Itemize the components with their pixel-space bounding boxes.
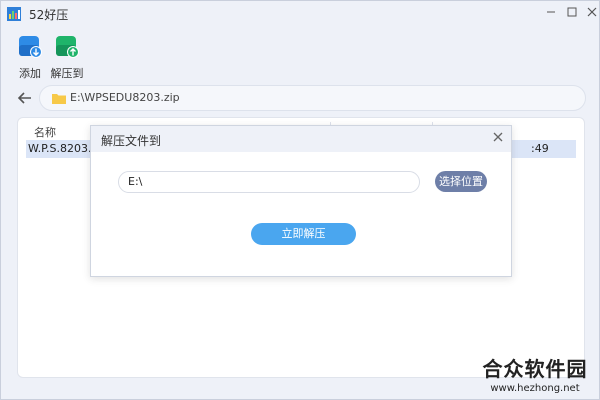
dialog-title: 解压文件到 [101,134,162,148]
destination-input[interactable]: E:\ [118,171,420,193]
close-icon [587,7,597,17]
extract-now-button[interactable]: 立即解压 [251,223,356,245]
extract-to-label: 解压到 [50,67,84,80]
add-archive-icon [19,36,42,58]
file-modified-time: :49 [531,142,549,155]
close-icon [493,132,503,142]
minimize-button[interactable] [542,5,560,23]
column-header-name[interactable]: 名称 [34,124,56,140]
dialog-close-button[interactable] [490,130,506,146]
extract-archive-icon [56,36,79,58]
maximize-button[interactable] [563,5,581,23]
extract-dialog: 解压文件到 E:\ 选择位置 立即解压 [90,125,512,277]
maximize-icon [567,7,577,17]
dialog-header: 解压文件到 [91,126,511,152]
minimize-icon [547,11,555,13]
current-path: E:\WPSEDU8203.zip [70,91,180,104]
app-window: 52好压 添加 解压到 E:\WPSEDU8203.zip 名称 W.P.S.8… [0,0,600,400]
add-label: 添加 [19,67,41,80]
back-arrow-icon [17,92,31,104]
path-bar[interactable]: E:\WPSEDU8203.zip [39,85,586,111]
folder-icon [52,94,66,104]
back-button[interactable] [15,89,35,107]
watermark: 合众软件园 www.hezhong.net [471,353,599,399]
app-logo-icon [7,7,21,21]
window-title: 52好压 [29,8,69,22]
watermark-url: www.hezhong.net [490,383,580,394]
add-button[interactable]: 添加 [12,33,48,81]
watermark-title: 合众软件园 [482,357,588,381]
extract-to-button[interactable]: 解压到 [49,33,85,81]
title-bar: 52好压 [1,1,599,27]
close-window-button[interactable] [583,5,600,23]
choose-location-button[interactable]: 选择位置 [435,171,487,192]
